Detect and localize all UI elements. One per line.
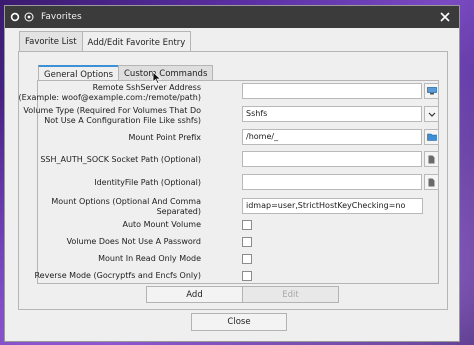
- file-icon: [428, 155, 435, 163]
- mount-point-browse-button[interactable]: [424, 129, 439, 145]
- ssh-auth-sock-label: SSH_AUTH_SOCK Socket Path (Optional): [40, 155, 201, 164]
- mount-options-label: Mount Options (Optional And Comma Separa…: [51, 197, 201, 216]
- title-bar[interactable]: Favorites: [5, 6, 459, 28]
- edit-button[interactable]: Edit: [242, 286, 339, 303]
- identity-file-input[interactable]: [242, 174, 422, 190]
- chevron-down-icon: [428, 112, 435, 117]
- file-icon: [428, 178, 435, 186]
- identity-file-browse-button[interactable]: [424, 174, 439, 190]
- close-button[interactable]: Close: [191, 313, 287, 331]
- add-button[interactable]: Add: [146, 286, 243, 303]
- tab-custom-commands[interactable]: Custom Commands: [118, 65, 214, 81]
- ssh-auth-sock-browse-button[interactable]: [424, 151, 439, 167]
- tab-favorite-list[interactable]: Favorite List: [19, 31, 83, 52]
- read-only-label: Mount In Read Only Mode: [98, 254, 201, 263]
- ssh-auth-sock-input[interactable]: [242, 151, 422, 167]
- mouse-cursor-icon: [152, 71, 162, 85]
- volume-type-label: Volume Type (Required For Volumes That D…: [23, 106, 201, 125]
- remote-server-label: Remote SshServer Address (Example: woof@…: [18, 83, 201, 102]
- volume-type-select[interactable]: Sshfs: [242, 106, 422, 122]
- mount-point-label: Mount Point Prefix: [128, 133, 201, 142]
- no-password-checkbox[interactable]: [242, 237, 252, 247]
- auto-mount-checkbox[interactable]: [242, 220, 252, 230]
- favorites-window: Favorites Favorite List Add/Edit Favorit…: [4, 5, 460, 342]
- reverse-mode-label: Reverse Mode (Gocryptfs and Encfs Only): [34, 271, 201, 280]
- pin-icon[interactable]: [24, 12, 34, 22]
- reverse-mode-checkbox[interactable]: [242, 271, 252, 281]
- volume-type-dropdown-button[interactable]: [424, 106, 439, 122]
- folder-icon: [426, 133, 437, 141]
- tab-add-edit-favorite[interactable]: Add/Edit Favorite Entry: [81, 31, 192, 53]
- network-icon: [426, 87, 437, 95]
- read-only-checkbox[interactable]: [242, 254, 252, 264]
- settings-icon[interactable]: [10, 12, 20, 22]
- general-options-panel: Remote SshServer Address (Example: woof@…: [19, 80, 439, 284]
- window-title: Favorites: [41, 12, 82, 22]
- identity-file-label: IdentityFile Path (Optional): [94, 178, 201, 187]
- remote-server-button[interactable]: [424, 83, 439, 99]
- no-password-label: Volume Does Not Use A Password: [66, 237, 201, 246]
- mount-point-input[interactable]: /home/_: [242, 129, 422, 145]
- close-window-icon[interactable]: [439, 11, 451, 23]
- add-edit-panel: General Options Custom Commands Remote S…: [18, 51, 448, 310]
- remote-server-input[interactable]: [242, 83, 422, 99]
- auto-mount-label: Auto Mount Volume: [122, 220, 202, 229]
- mount-options-input[interactable]: idmap=user,StrictHostKeyChecking=no: [242, 198, 423, 214]
